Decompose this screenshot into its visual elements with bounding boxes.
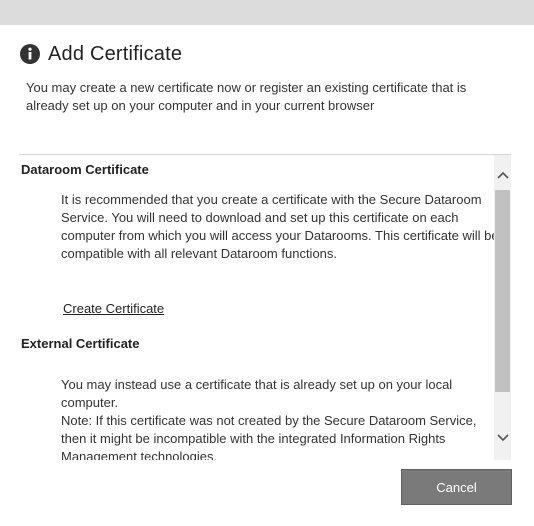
cancel-button[interactable]: Cancel: [401, 469, 512, 505]
chevron-down-icon: [496, 434, 509, 442]
scroll-up-button[interactable]: [494, 160, 511, 190]
info-icon: [20, 44, 40, 64]
scroll-thumb[interactable]: [495, 190, 510, 392]
dialog-title: Add Certificate: [48, 42, 183, 65]
external-certificate-note: Note: If this certificate was not create…: [61, 413, 477, 460]
intro-text: You may create a new certificate now or …: [26, 80, 467, 113]
dataroom-certificate-description: It is recommended that you create a cert…: [61, 192, 494, 261]
dataroom-certificate-title: Dataroom Certificate: [21, 162, 149, 177]
external-certificate-text: You may instead use a certificate that i…: [61, 377, 453, 410]
chevron-up-icon: [496, 171, 509, 179]
certificate-options-panel[interactable]: Dataroom Certificate It is recommended t…: [19, 155, 494, 460]
top-bar: [0, 0, 534, 25]
dialog-header: Add Certificate: [20, 40, 182, 68]
vertical-scrollbar[interactable]: [494, 155, 511, 460]
create-certificate-link[interactable]: Create Certificate: [63, 301, 164, 316]
external-certificate-title: External Certificate: [21, 336, 140, 351]
scroll-down-button[interactable]: [494, 423, 511, 453]
external-certificate-description: You may instead use a certificate that i…: [61, 376, 494, 460]
